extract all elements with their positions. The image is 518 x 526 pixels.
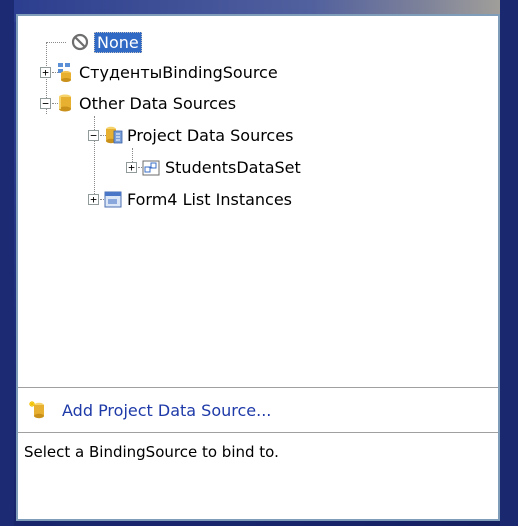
tree-item-label: Project Data Sources <box>127 125 294 145</box>
tree-item-label: StudentsDataSet <box>165 157 301 177</box>
expand-toggle[interactable]: + <box>40 66 51 78</box>
database-folder-icon <box>59 94 71 112</box>
tree-item-label: None <box>94 31 142 53</box>
add-data-source-icon <box>29 401 44 419</box>
data-source-picker-panel: None + СтудентыBindingSource − Other Dat… <box>16 14 500 521</box>
description-box: Select a BindingSource to bind to. <box>18 432 498 519</box>
none-circle-slash-icon <box>71 33 89 51</box>
tree-line <box>46 42 66 43</box>
tree-item-label: Form4 List Instances <box>127 189 293 209</box>
collapse-toggle[interactable]: − <box>40 97 51 109</box>
expand-toggle[interactable]: + <box>88 193 99 205</box>
tree-item-label: СтудентыBindingSource <box>79 62 278 82</box>
tree-item-label: Other Data Sources <box>79 93 237 113</box>
project-data-sources-icon <box>106 126 123 144</box>
tree-item-other-data-sources[interactable]: − Other Data Sources <box>40 90 236 116</box>
tree-item-form4-list-instances[interactable]: + Form4 List Instances <box>88 186 292 212</box>
add-project-data-source-link[interactable]: Add Project Data Source... <box>62 401 271 420</box>
collapse-toggle[interactable]: − <box>88 129 99 141</box>
background-right-edge <box>500 0 518 526</box>
expand-toggle[interactable]: + <box>126 161 137 173</box>
background-left-edge <box>0 0 14 526</box>
data-source-tree: None + СтудентыBindingSource − Other Dat… <box>18 16 498 388</box>
add-project-data-source-row[interactable]: Add Project Data Source... <box>18 388 498 432</box>
binding-source-icon <box>58 63 71 82</box>
tree-item-project-data-sources[interactable]: − Project Data Sources <box>88 122 293 148</box>
description-text: Select a BindingSource to bind to. <box>24 443 279 461</box>
dataset-icon <box>142 160 160 176</box>
tree-item-none[interactable]: None <box>66 29 142 55</box>
form-list-icon <box>104 191 122 208</box>
tree-item-students-binding-source[interactable]: + СтудентыBindingSource <box>40 59 278 85</box>
tree-item-students-dataset[interactable]: + StudentsDataSet <box>126 154 301 180</box>
